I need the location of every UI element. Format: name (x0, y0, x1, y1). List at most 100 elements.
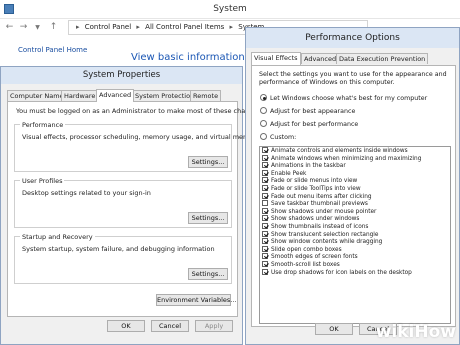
dialog-title: System Properties (1, 67, 242, 84)
radio-label: Let Windows choose what's best for my co… (270, 95, 428, 102)
radio-button[interactable] (260, 107, 267, 114)
performance-settings-button[interactable]: Settings... (188, 156, 228, 168)
chevron-right-icon: ▸ (76, 23, 80, 31)
checkbox[interactable] (262, 147, 268, 153)
checkbox[interactable] (262, 230, 268, 237)
performance-options-dialog: Performance Options Visual Effects Advan… (245, 27, 460, 345)
visual-effect-item[interactable]: Fade or slide ToolTips into view (260, 184, 450, 193)
group-title: Performance (20, 121, 66, 129)
tab-remote[interactable]: Remote (190, 90, 222, 101)
dialog-title: Performance Options (246, 28, 459, 48)
tab-hardware[interactable]: Hardware (61, 90, 99, 101)
checkbox[interactable] (262, 177, 268, 184)
visual-effect-item[interactable]: Save taskbar thumbnail previews (260, 200, 450, 208)
checkbox[interactable] (262, 238, 268, 245)
visual-effect-label: Fade or slide menus into view (271, 178, 358, 185)
visual-effect-label: Show window contents while dragging (271, 239, 383, 246)
system-window-title: System (213, 4, 247, 14)
admin-note: You must be logged on as an Administrato… (16, 107, 263, 115)
back-arrow-icon[interactable]: ← (4, 22, 15, 33)
visual-effect-item[interactable]: Smooth edges of screen fonts (260, 253, 450, 261)
group-description: System startup, system failure, and debu… (22, 245, 215, 253)
startup-recovery-group: Startup and Recovery System startup, sys… (14, 233, 232, 284)
visual-effect-label: Save taskbar thumbnail previews (271, 201, 368, 208)
system-titlebar: System (0, 0, 460, 19)
user-profiles-settings-button[interactable]: Settings... (188, 212, 228, 224)
visual-effect-item[interactable]: Enable Peek (260, 169, 450, 178)
radio-best-performance[interactable]: Adjust for best performance (260, 120, 358, 130)
checkbox[interactable] (262, 222, 268, 229)
radio-label: Adjust for best appearance (270, 108, 356, 115)
visual-effect-item[interactable]: Show shadows under mouse pointer (260, 207, 450, 216)
visual-effect-item[interactable]: Show thumbnails instead of icons (260, 222, 450, 231)
visual-effect-label: Slide open combo boxes (271, 246, 342, 253)
tab-advanced[interactable]: Advanced (301, 53, 340, 64)
forward-arrow-icon[interactable]: → (18, 22, 29, 33)
checkbox[interactable] (262, 207, 268, 214)
chevron-down-icon[interactable]: ▼ (32, 22, 43, 33)
radio-button[interactable] (260, 120, 267, 127)
breadcrumb-item[interactable]: All Control Panel Items (145, 23, 224, 31)
chevron-right-icon: ▸ (136, 23, 140, 31)
visual-effect-item[interactable]: Animations in the taskbar (260, 162, 450, 170)
visual-effects-list[interactable]: Animate controls and elements inside win… (259, 146, 451, 324)
environment-variables-button[interactable]: Environment Variables... (156, 294, 236, 306)
radio-button[interactable] (260, 133, 267, 140)
radio-let-windows-choose[interactable]: Let Windows choose what's best for my co… (260, 94, 427, 104)
checkbox[interactable] (262, 154, 268, 161)
instructions-text: Select the settings you want to use for … (259, 71, 447, 86)
tab-advanced[interactable]: Advanced (96, 89, 135, 102)
checkbox[interactable] (262, 169, 268, 176)
watermark-wiki: wiki (375, 322, 415, 342)
breadcrumb-item[interactable]: Control Panel (85, 23, 131, 31)
checkbox[interactable] (262, 184, 268, 191)
visual-effect-item[interactable]: Show translucent selection rectangle (260, 230, 450, 239)
visual-effect-item[interactable]: Animate controls and elements inside win… (260, 147, 450, 155)
visual-effect-label: Animations in the taskbar (271, 163, 346, 170)
advanced-tab-panel: You must be logged on as an Administrato… (7, 101, 263, 317)
radio-label: Custom: (270, 134, 297, 141)
checkbox[interactable] (262, 260, 268, 267)
visual-effect-label: Animate windows when minimizing and maxi… (271, 155, 422, 162)
group-description: Visual effects, processor scheduling, me… (22, 133, 260, 141)
checkbox[interactable] (262, 245, 268, 252)
tab-data-execution-prevention[interactable]: Data Execution Prevention (336, 53, 429, 64)
ok-button[interactable]: OK (315, 323, 353, 335)
apply-button[interactable]: Apply (195, 320, 233, 332)
visual-effect-item[interactable]: Animate windows when minimizing and maxi… (260, 154, 450, 163)
visual-effect-label: Show translucent selection rectangle (271, 231, 379, 238)
cancel-button[interactable]: Cancel (151, 320, 189, 332)
radio-custom[interactable]: Custom: (260, 133, 296, 143)
checkbox[interactable] (262, 162, 268, 169)
checkbox[interactable] (262, 192, 268, 199)
visual-effect-label: Show thumbnails instead of icons (271, 223, 369, 230)
radio-button[interactable] (260, 94, 267, 101)
visual-effect-item[interactable]: Smooth-scroll list boxes (260, 260, 450, 269)
group-description: Desktop settings related to your sign-in (22, 189, 151, 197)
up-arrow-icon[interactable]: ↑ (48, 22, 59, 33)
radio-best-appearance[interactable]: Adjust for best appearance (260, 107, 355, 117)
watermark-how: How (414, 322, 456, 342)
system-properties-dialog: System Properties Computer Name Hardware… (0, 66, 263, 345)
tab-visual-effects[interactable]: Visual Effects (251, 52, 301, 65)
performance-group: Performance Visual effects, processor sc… (14, 121, 260, 172)
startup-settings-button[interactable]: Settings... (188, 268, 228, 280)
group-title: User Profiles (20, 177, 65, 185)
visual-effect-item[interactable]: Fade out menu items after clicking (260, 192, 450, 201)
control-panel-home-link[interactable]: Control Panel Home (18, 46, 87, 54)
checkbox[interactable] (262, 268, 268, 275)
visual-effect-item[interactable]: Show window contents while dragging (260, 238, 450, 246)
visual-effect-item[interactable]: Show shadows under windows (260, 215, 450, 223)
visual-effects-panel: Select the settings you want to use for … (251, 65, 456, 327)
visual-effect-label: Animate controls and elements inside win… (271, 148, 408, 154)
checkbox[interactable] (262, 253, 268, 260)
visual-effect-item[interactable]: Use drop shadows for icon labels on the … (260, 268, 450, 277)
tab-system-protection[interactable]: System Protection (132, 90, 198, 101)
checkbox[interactable] (262, 215, 268, 222)
visual-effect-label: Smooth-scroll list boxes (271, 261, 340, 268)
visual-effect-item[interactable]: Slide open combo boxes (260, 245, 450, 254)
tab-computer-name[interactable]: Computer Name (7, 90, 67, 101)
visual-effect-item[interactable]: Fade or slide menus into view (260, 177, 450, 185)
checkbox[interactable] (262, 200, 268, 207)
ok-button[interactable]: OK (107, 320, 145, 332)
